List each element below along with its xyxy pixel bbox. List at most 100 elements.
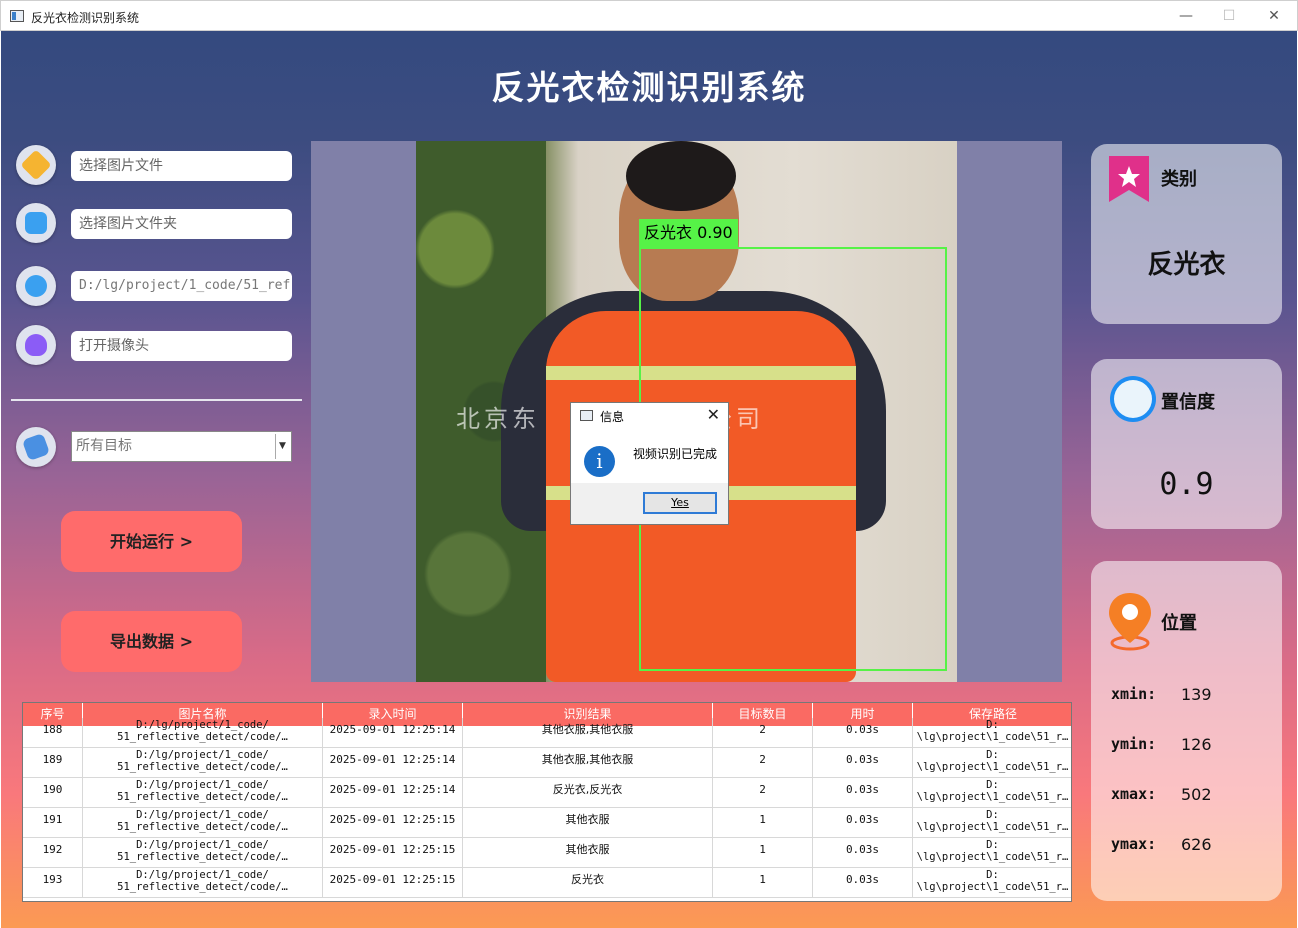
- main-area: 反光衣检测识别系统 选择图片文件 选择图片文件夹 D:/lg/project/1…: [1, 31, 1297, 928]
- table-row[interactable]: 190 D:/lg/project/1_code/51_reflective_de…: [23, 778, 1071, 808]
- xmin-value: 139: [1181, 685, 1212, 704]
- camera-input[interactable]: 打开摄像头: [71, 331, 292, 361]
- cell-save-path: D: \lg\project\1_code\51_r…: [913, 838, 1071, 868]
- dialog-message: 视频识别已完成: [633, 447, 718, 461]
- dialog-title: 信息: [600, 410, 625, 424]
- cell-count: 1: [713, 838, 813, 868]
- cell-image-name-line1: D:/lg/project/1_code/: [136, 809, 269, 821]
- cell-save-path-line1: D:: [986, 839, 999, 851]
- cell-result: 其他衣服,其他衣服: [463, 748, 713, 778]
- cell-id: 189: [23, 748, 83, 778]
- camera-icon: [25, 334, 47, 356]
- close-button[interactable]: ✕: [1259, 5, 1289, 27]
- maximize-button[interactable]: ☐: [1214, 5, 1244, 27]
- ymax-value: 626: [1181, 835, 1212, 854]
- table-row[interactable]: 189 D:/lg/project/1_code/51_reflective_de…: [23, 748, 1071, 778]
- dialog-footer: Yes: [571, 483, 728, 524]
- table-row[interactable]: 193 D:/lg/project/1_code/51_reflective_de…: [23, 868, 1071, 898]
- position-title: 位置: [1161, 613, 1197, 634]
- minimize-button[interactable]: —: [1171, 5, 1201, 27]
- image-file-input[interactable]: 选择图片文件: [71, 151, 292, 181]
- cell-image-name-line2: 51_reflective_detect/code/…: [117, 791, 288, 803]
- cell-time: 2025-09-01 12:25:14: [323, 778, 463, 808]
- ymin-label: ymin:: [1111, 735, 1157, 753]
- cell-image-name-line2: 51_reflective_detect/code/…: [117, 851, 288, 863]
- cell-id: 193: [23, 868, 83, 898]
- cell-image-name: D:/lg/project/1_code/51_reflective_detec…: [83, 808, 323, 838]
- app-title: 反光衣检测识别系统: [491, 68, 807, 107]
- cell-result: 其他衣服: [463, 808, 713, 838]
- table-row[interactable]: 188 D:/lg/project/1_code/51_reflective_de…: [23, 718, 1071, 748]
- results-table[interactable]: 序号 图片名称 录入时间 识别结果 目标数目 用时 保存路径 188 D:/lg/…: [22, 702, 1072, 902]
- class-card: 类别 反光衣: [1091, 144, 1282, 324]
- cell-save-path-line1: D:: [986, 749, 999, 761]
- cell-image-name: D:/lg/project/1_code/51_reflective_detec…: [83, 778, 323, 808]
- cell-save-path: D: \lg\project\1_code\51_r…: [913, 868, 1071, 898]
- cell-image-name-line2: 51_reflective_detect/code/…: [117, 731, 288, 743]
- cell-time: 2025-09-01 12:25:15: [323, 808, 463, 838]
- cell-image-name-line2: 51_reflective_detect/code/…: [117, 881, 288, 893]
- xmax-row: xmax: 502: [1111, 785, 1212, 804]
- cell-image-name: D:/lg/project/1_code/51_reflective_detec…: [83, 868, 323, 898]
- cell-count: 2: [713, 718, 813, 748]
- export-data-button[interactable]: 导出数据 >: [61, 611, 242, 672]
- confidence-value: 0.9: [1159, 467, 1214, 502]
- video-icon: [25, 275, 47, 297]
- location-pin-icon: [1109, 593, 1151, 651]
- cell-save-path-line1: D:: [986, 719, 999, 731]
- cell-result: 其他衣服: [463, 838, 713, 868]
- cell-count: 2: [713, 778, 813, 808]
- cell-id: 190: [23, 778, 83, 808]
- detection-box-label: 反光衣 0.90: [639, 219, 738, 247]
- cell-save-path-line1: D:: [986, 779, 999, 791]
- cell-save-path-line2: \lg\project\1_code\51_r…: [916, 731, 1069, 743]
- image-file-icon[interactable]: [16, 145, 56, 185]
- cell-image-name-line2: 51_reflective_detect/code/…: [117, 761, 288, 773]
- target-icon: [16, 427, 56, 467]
- cell-image-name-line1: D:/lg/project/1_code/: [136, 749, 269, 761]
- cell-save-path: D: \lg\project\1_code\51_r…: [913, 778, 1071, 808]
- cell-time: 2025-09-01 12:25:14: [323, 748, 463, 778]
- cell-image-name-line1: D:/lg/project/1_code/: [136, 839, 269, 851]
- cell-image-name-line2: 51_reflective_detect/code/…: [117, 821, 288, 833]
- cell-duration: 0.03s: [813, 808, 913, 838]
- sidebar-divider: [11, 399, 302, 401]
- tag-icon: [21, 432, 51, 462]
- camera-icon-button[interactable]: [16, 325, 56, 365]
- cell-id: 192: [23, 838, 83, 868]
- cell-duration: 0.03s: [813, 718, 913, 748]
- xmax-value: 502: [1181, 785, 1212, 804]
- image-folder-icon[interactable]: [16, 203, 56, 243]
- window-titlebar: 反光衣检测识别系统 — ☐ ✕: [0, 0, 1298, 31]
- ymin-value: 126: [1181, 735, 1212, 754]
- cell-duration: 0.03s: [813, 868, 913, 898]
- cell-result: 反光衣: [463, 868, 713, 898]
- cell-id: 191: [23, 808, 83, 838]
- class-value: 反光衣: [1147, 250, 1226, 280]
- confidence-title: 置信度: [1161, 392, 1215, 413]
- bookmark-star-icon: [1109, 156, 1149, 202]
- cell-save-path: D: \lg\project\1_code\51_r…: [913, 748, 1071, 778]
- video-path-input[interactable]: D:/lg/project/1_code/51_ref: [71, 271, 292, 301]
- ymax-row: ymax: 626: [1111, 835, 1212, 854]
- start-run-button[interactable]: 开始运行 >: [61, 511, 242, 572]
- dialog-yes-button[interactable]: Yes: [643, 492, 717, 514]
- cell-save-path-line2: \lg\project\1_code\51_r…: [916, 761, 1069, 773]
- video-file-icon[interactable]: [16, 266, 56, 306]
- cell-time: 2025-09-01 12:25:15: [323, 868, 463, 898]
- image-folder-input[interactable]: 选择图片文件夹: [71, 209, 292, 239]
- cell-image-name-line1: D:/lg/project/1_code/: [136, 869, 269, 881]
- chevron-down-icon[interactable]: ▼: [275, 434, 289, 459]
- ymax-label: ymax:: [1111, 835, 1157, 853]
- cell-image-name: D:/lg/project/1_code/51_reflective_detec…: [83, 748, 323, 778]
- cell-id: 188: [23, 718, 83, 748]
- cell-save-path-line2: \lg\project\1_code\51_r…: [916, 791, 1069, 803]
- info-icon: i: [584, 446, 615, 477]
- target-select[interactable]: 所有目标 ▼: [71, 431, 292, 462]
- cell-result: 反光衣,反光衣: [463, 778, 713, 808]
- window-title: 反光衣检测识别系统: [31, 11, 140, 25]
- position-card: 位置 xmin: 139 ymin: 126 xmax: 502 ymax: 6…: [1091, 561, 1282, 901]
- dialog-close-icon[interactable]: ✕: [707, 405, 720, 424]
- table-row[interactable]: 192 D:/lg/project/1_code/51_reflective_de…: [23, 838, 1071, 868]
- table-row[interactable]: 191 D:/lg/project/1_code/51_reflective_de…: [23, 808, 1071, 838]
